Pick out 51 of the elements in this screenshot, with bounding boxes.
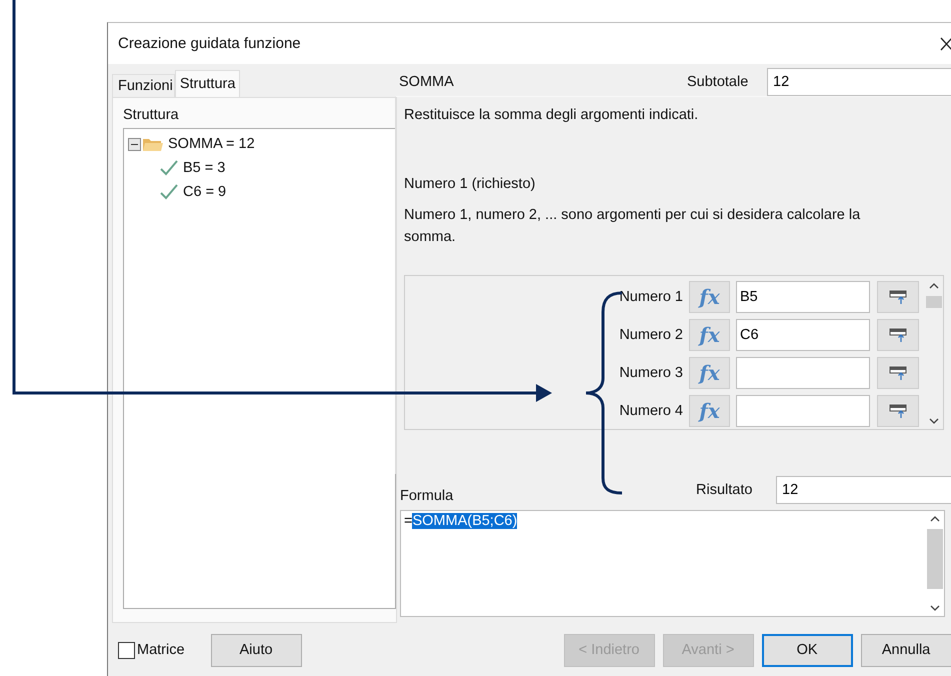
argument-field[interactable]: B5: [736, 281, 870, 313]
checkbox-label: Matrice: [137, 642, 185, 658]
argument-label: Numero 2: [619, 327, 683, 343]
tab[interactable]: Funzioni: [112, 74, 175, 97]
folder-icon: [143, 137, 163, 151]
tree-item[interactable]: SOMMA = 12: [168, 136, 255, 152]
shrink-button[interactable]: [877, 281, 919, 313]
scroll-up-icon[interactable]: [930, 515, 940, 523]
shrink-button[interactable]: [877, 395, 919, 427]
argument-field[interactable]: [736, 357, 870, 389]
scroll-thumb[interactable]: [926, 296, 942, 308]
subtotal-label: Subtotale: [687, 74, 750, 90]
collapse-icon[interactable]: [128, 138, 141, 150]
formula-prefix: =: [404, 513, 412, 529]
argument-label: Numero 1: [619, 289, 683, 305]
help-button[interactable]: Aiuto: [210, 634, 302, 666]
shrink-icon: [889, 366, 907, 380]
scroll-down-icon[interactable]: [929, 417, 939, 425]
shrink-icon: [889, 328, 907, 342]
structure-label: Struttura: [123, 107, 180, 123]
scroll-thumb[interactable]: [927, 529, 943, 589]
checkbox[interactable]: [118, 642, 135, 658]
check-icon: [160, 184, 178, 200]
shrink-button[interactable]: [877, 319, 919, 351]
argument-title: Numero 1 (richiesto): [404, 176, 536, 192]
dialog-button[interactable]: Annulla: [860, 634, 951, 666]
result-label: Risultato: [696, 482, 754, 498]
subtotal-field[interactable]: 12: [767, 68, 951, 96]
argument-field[interactable]: C6: [736, 319, 870, 351]
scroll-up-icon[interactable]: [929, 282, 939, 290]
close-icon[interactable]: [940, 36, 951, 50]
scroll-down-icon[interactable]: [930, 604, 940, 612]
function-name: SOMMA: [398, 74, 455, 90]
formula-label: Formula: [399, 488, 454, 504]
tree-item[interactable]: B5 = 3: [183, 160, 226, 176]
argument-label: Numero 3: [619, 365, 683, 381]
shrink-button[interactable]: [877, 357, 919, 389]
selected-formula: SOMMA(B5;C6): [412, 513, 518, 529]
shrink-icon: [889, 290, 907, 304]
argument-field[interactable]: [736, 395, 870, 427]
formula-editor[interactable]: =SOMMA(B5;C6): [400, 510, 945, 617]
tab[interactable]: Struttura: [174, 70, 240, 97]
result-field[interactable]: 12: [776, 476, 951, 504]
dialog-button[interactable]: OK: [762, 634, 853, 666]
check-icon: [160, 160, 178, 176]
window-title: Creazione guidata funzione: [118, 35, 301, 52]
argument-description: Numero 1, numero 2, ... sono argomenti per cui si desidera calcolare la somma.: [404, 206, 862, 247]
shrink-icon: [889, 404, 907, 418]
tree-item[interactable]: C6 = 9: [183, 184, 226, 200]
function-description: Restituisce la somma degli argomenti indicati.: [404, 107, 700, 123]
argument-label: Numero 4: [619, 403, 683, 419]
